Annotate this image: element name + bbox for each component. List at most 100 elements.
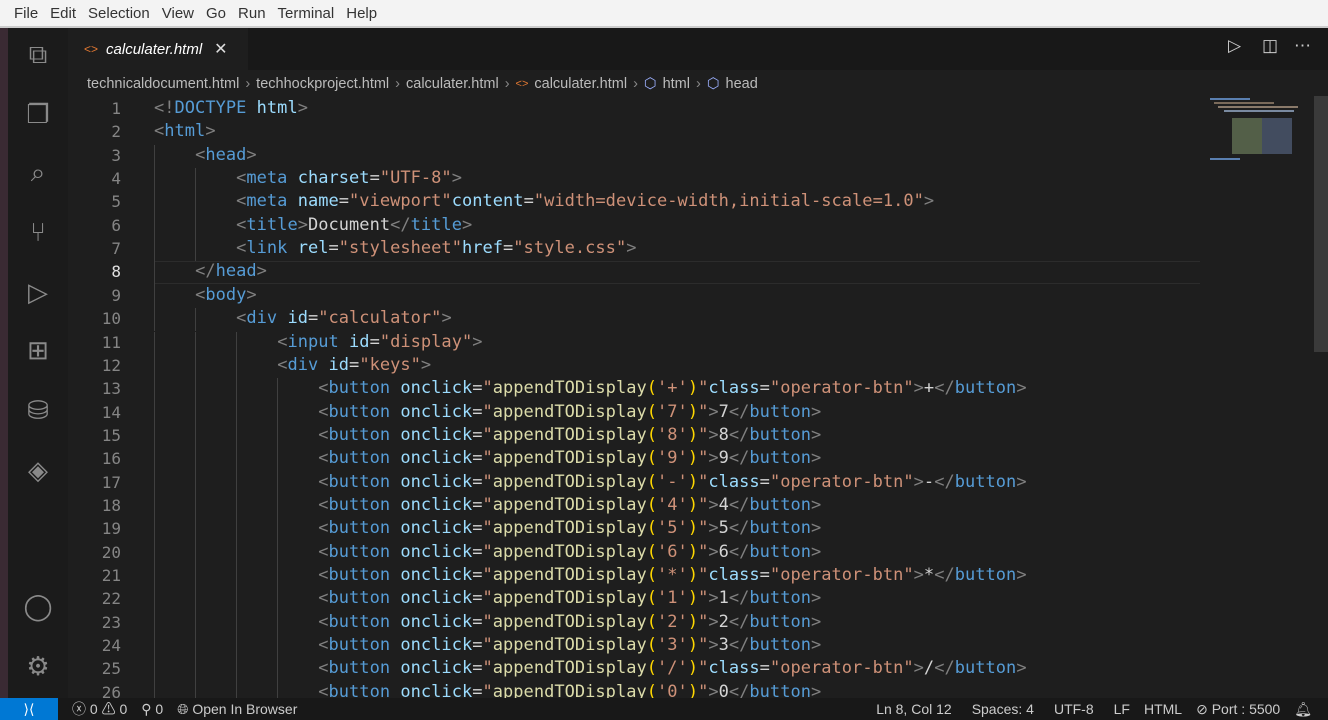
copy-files-icon[interactable]: ❐ (22, 98, 54, 130)
code-token: 5 (718, 518, 729, 539)
indent-guide (195, 541, 196, 565)
code-line[interactable]: <button onclick="appendTODisplay('0')">0… (154, 682, 821, 698)
ports-indicator[interactable]: ⚲ 0 (141, 701, 163, 718)
code-token: > (811, 611, 822, 632)
code-line[interactable]: <button onclick="appendTODisplay('/')"cl… (154, 658, 1027, 678)
indent-guide (154, 238, 155, 262)
extensions-icon[interactable]: ⊞ (22, 334, 54, 366)
breadcrumb-item[interactable]: techhockproject.html (256, 76, 389, 92)
code-token: </ (728, 448, 750, 469)
code-line[interactable]: <button onclick="appendTODisplay('3')">3… (154, 635, 821, 655)
close-tab-icon[interactable]: ✕ (214, 39, 227, 59)
split-editor-icon[interactable]: ◫ (1262, 36, 1278, 56)
problems-indicator[interactable]: ⓧ 0 ⚠ 0 (72, 699, 127, 719)
code-line[interactable]: <button onclick="appendTODisplay('8')">8… (154, 425, 821, 445)
code-line[interactable]: <button onclick="appendTODisplay('-')"cl… (154, 472, 1027, 492)
tab-calculater-html[interactable]: <> calculater.html ✕ (68, 28, 248, 70)
menu-file[interactable]: File (8, 5, 44, 22)
code-line[interactable]: <button onclick="appendTODisplay('9')">9… (154, 448, 821, 468)
code-line[interactable]: <div id="calculator"> (154, 308, 452, 328)
code-line[interactable]: <button onclick="appendTODisplay('*')"cl… (154, 565, 1027, 585)
breadcrumb-item[interactable]: head (726, 76, 758, 92)
menu-terminal[interactable]: Terminal (272, 5, 341, 22)
code-token: ( (646, 588, 658, 609)
code-line[interactable]: <title>Document</title> (154, 215, 472, 235)
account-icon[interactable]: ◯ (22, 590, 54, 622)
error-count: 0 (89, 701, 98, 717)
indent-guide (195, 424, 196, 449)
breadcrumb-item[interactable]: calculater.html (406, 76, 499, 92)
code-line[interactable]: <!DOCTYPE html> (154, 98, 308, 118)
indentation[interactable]: Spaces: 4 (972, 701, 1034, 717)
indent-guide (236, 541, 237, 565)
indent-guide (154, 378, 155, 402)
notifications-bell-icon[interactable]: 🔔︎ (1294, 701, 1312, 718)
code-line[interactable]: <button onclick="appendTODisplay('+')"cl… (154, 378, 1027, 398)
code-line[interactable]: <button onclick="appendTODisplay('6')">6… (154, 542, 821, 562)
run-debug-icon[interactable]: ▷ (22, 276, 54, 308)
code-editor[interactable]: 1 <!DOCTYPE html> 2 <html> 3 <head> 4 <meta c… (68, 96, 1312, 698)
remote-indicator-icon[interactable]: ⟩⟨ (0, 698, 58, 720)
indent-guide (277, 448, 278, 472)
layers-icon[interactable]: ◈ (22, 454, 54, 486)
breadcrumb-item[interactable]: calculater.html (534, 76, 627, 92)
scrollbar-thumb[interactable] (1314, 96, 1328, 352)
indent-guide (195, 354, 196, 379)
code-line[interactable]: </head> (154, 261, 267, 281)
code-token: < (318, 658, 329, 679)
menu-view[interactable]: View (156, 5, 200, 22)
source-control-icon[interactable]: ⑂ (22, 216, 54, 248)
breadcrumb-item[interactable]: technicaldocument.html (87, 76, 239, 92)
code-token: ( (646, 658, 658, 679)
code-token: "operator-btn" (769, 378, 914, 399)
run-icon[interactable]: ▷ (1228, 36, 1241, 56)
open-in-browser-button[interactable]: 🌐︎ Open In Browser (177, 701, 297, 718)
live-server-port[interactable]: ⊘ Port : 5500 (1196, 701, 1280, 718)
explorer-icon[interactable]: ⧉ (22, 38, 54, 70)
code-line[interactable]: <meta charset="UTF-8"> (154, 168, 462, 188)
code-token: ) (687, 635, 699, 656)
menu-go[interactable]: Go (200, 5, 232, 22)
minimap[interactable] (1210, 96, 1300, 166)
indent-guide (195, 494, 196, 519)
indent-guide (236, 354, 237, 379)
code-token: name (297, 191, 339, 212)
encoding[interactable]: UTF-8 (1054, 701, 1094, 717)
menu-run[interactable]: Run (232, 5, 272, 22)
vertical-scrollbar[interactable] (1314, 96, 1328, 698)
code-token: > (811, 588, 822, 609)
code-line[interactable]: <meta name="viewport"content="width=devi… (154, 191, 934, 211)
cursor-position[interactable]: Ln 8, Col 12 (876, 701, 952, 717)
code-line[interactable]: <body> (154, 285, 257, 305)
code-line[interactable]: <input id="display"> (154, 332, 483, 352)
code-token: ) (687, 424, 699, 445)
code-line[interactable]: <button onclick="appendTODisplay('5')">5… (154, 518, 821, 538)
code-line[interactable]: <head> (154, 145, 257, 165)
menu-selection[interactable]: Selection (82, 5, 156, 22)
code-token: < (236, 191, 247, 212)
code-line[interactable]: <button onclick="appendTODisplay('2')">2… (154, 612, 821, 632)
more-actions-icon[interactable]: ⋯ (1294, 36, 1311, 56)
search-icon[interactable]: ⌕ (22, 156, 54, 188)
breadcrumb-item[interactable]: html (663, 76, 690, 92)
code-line[interactable]: <button onclick="appendTODisplay('4')">4… (154, 495, 821, 515)
code-token: = (759, 565, 770, 585)
code-line[interactable]: <html> (154, 121, 216, 141)
language-mode[interactable]: HTML (1144, 701, 1182, 717)
end-of-line[interactable]: LF (1114, 701, 1130, 717)
code-token: < (277, 354, 288, 375)
code-line[interactable]: <link rel="stylesheet"href="style.css"> (154, 238, 636, 258)
settings-gear-icon[interactable]: ⚙ (22, 650, 54, 682)
menu-edit[interactable]: Edit (44, 5, 82, 22)
code-token: " (482, 565, 493, 585)
indent-guide (154, 261, 155, 285)
indent-guide (154, 518, 155, 542)
code-line[interactable]: <button onclick="appendTODisplay('1')">1… (154, 588, 821, 608)
menu-help[interactable]: Help (340, 5, 383, 22)
code-line[interactable]: <button onclick="appendTODisplay('7')">7… (154, 402, 821, 422)
database-icon[interactable]: ⛁ (22, 394, 54, 426)
